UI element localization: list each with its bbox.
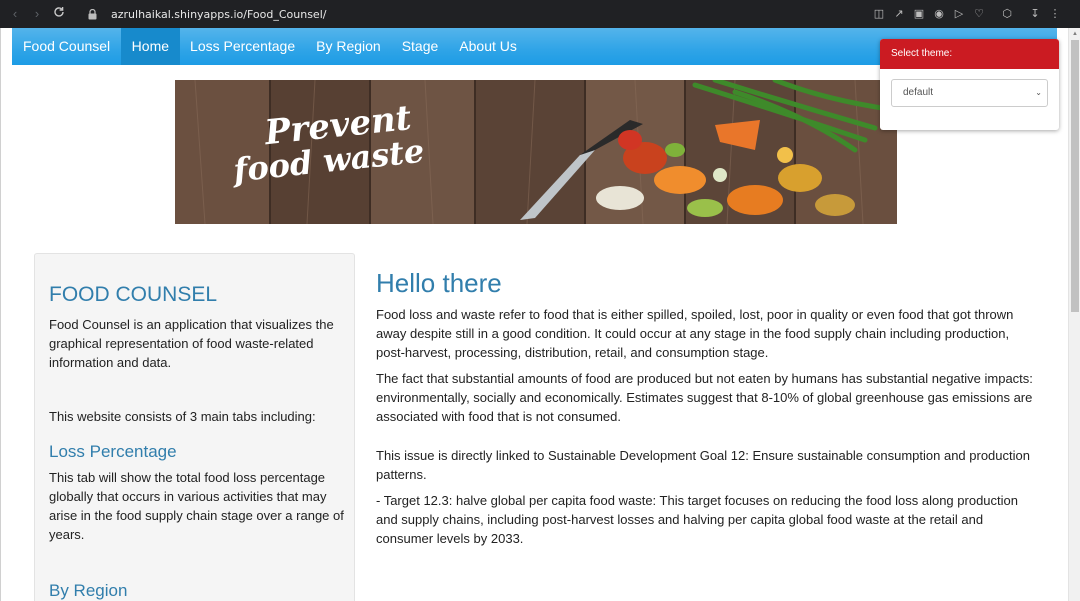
forward-arrow-icon[interactable]: › <box>26 0 48 28</box>
reader-mode-icon[interactable]: ◫ <box>872 7 886 21</box>
cube-icon[interactable]: ⬡ <box>1000 7 1014 21</box>
page-content: Food Counsel Home Loss Percentage By Reg… <box>0 28 1068 601</box>
play-icon[interactable]: ▷ <box>952 7 966 21</box>
sidebar-panel: FOOD COUNSEL Food Counsel is an applicat… <box>34 253 355 601</box>
tab-about-us[interactable]: About Us <box>449 28 528 65</box>
tab-stage[interactable]: Stage <box>391 28 449 65</box>
main-paragraph-4: - Target 12.3: halve global per capita f… <box>376 493 1018 546</box>
heart-icon[interactable]: ♡ <box>972 7 986 21</box>
url-text[interactable]: azrulhaikal.shinyapps.io/Food_Counsel/ <box>111 8 326 21</box>
sidebar-heading-loss-percentage: Loss Percentage <box>49 442 177 461</box>
page-scrollbar[interactable]: ▲ <box>1068 28 1080 601</box>
main-title: Hello there <box>376 268 502 298</box>
main-paragraph-2: The fact that substantial amounts of foo… <box>376 371 1033 424</box>
navbar-brand[interactable]: Food Counsel <box>12 28 121 65</box>
theme-selector-label: Select theme: <box>880 39 1059 69</box>
theme-select[interactable]: default ⌄ <box>891 79 1048 107</box>
share-icon[interactable]: ↗ <box>892 7 906 21</box>
extension-icons: ◫ ↗ ▣ ◉ ▷ ♡ ⬡ ↧ ⋮ <box>872 0 1062 28</box>
scrollbar-thumb[interactable] <box>1071 40 1079 312</box>
shield-icon[interactable]: ◉ <box>932 7 946 21</box>
chevron-updown-icon: ⌄ <box>1035 88 1042 97</box>
theme-selector-panel: Select theme: default ⌄ <box>880 39 1059 130</box>
banner-image: Prevent food waste <box>175 80 897 224</box>
tab-by-region[interactable]: By Region <box>306 28 392 65</box>
sidebar-loss-percentage-text: This tab will show the total food loss p… <box>49 470 344 542</box>
lock-icon[interactable] <box>86 8 98 20</box>
sidebar-heading-by-region: By Region <box>49 581 128 600</box>
main-paragraph-3: This issue is directly linked to Sustain… <box>376 448 1030 482</box>
main-paragraph-1: Food loss and waste refer to food that i… <box>376 307 1014 360</box>
download-icon[interactable]: ↧ <box>1028 7 1042 21</box>
tab-home[interactable]: Home <box>121 28 180 65</box>
screenshot-icon[interactable]: ▣ <box>912 7 926 21</box>
tab-loss-percentage[interactable]: Loss Percentage <box>180 28 306 65</box>
back-arrow-icon[interactable]: ‹ <box>4 0 26 28</box>
sidebar-intro: Food Counsel is an application that visu… <box>49 317 334 370</box>
scroll-up-icon[interactable]: ▲ <box>1071 30 1079 38</box>
theme-select-value: default <box>903 87 934 98</box>
reload-icon[interactable] <box>48 0 70 28</box>
sidebar-tabs-intro: This website consists of 3 main tabs inc… <box>49 409 316 424</box>
sidebar-title: FOOD COUNSEL <box>49 283 218 306</box>
menu-icon[interactable]: ⋮ <box>1048 7 1062 21</box>
browser-toolbar: ‹ › azrulhaikal.shinyapps.io/Food_Counse… <box>0 0 1080 28</box>
